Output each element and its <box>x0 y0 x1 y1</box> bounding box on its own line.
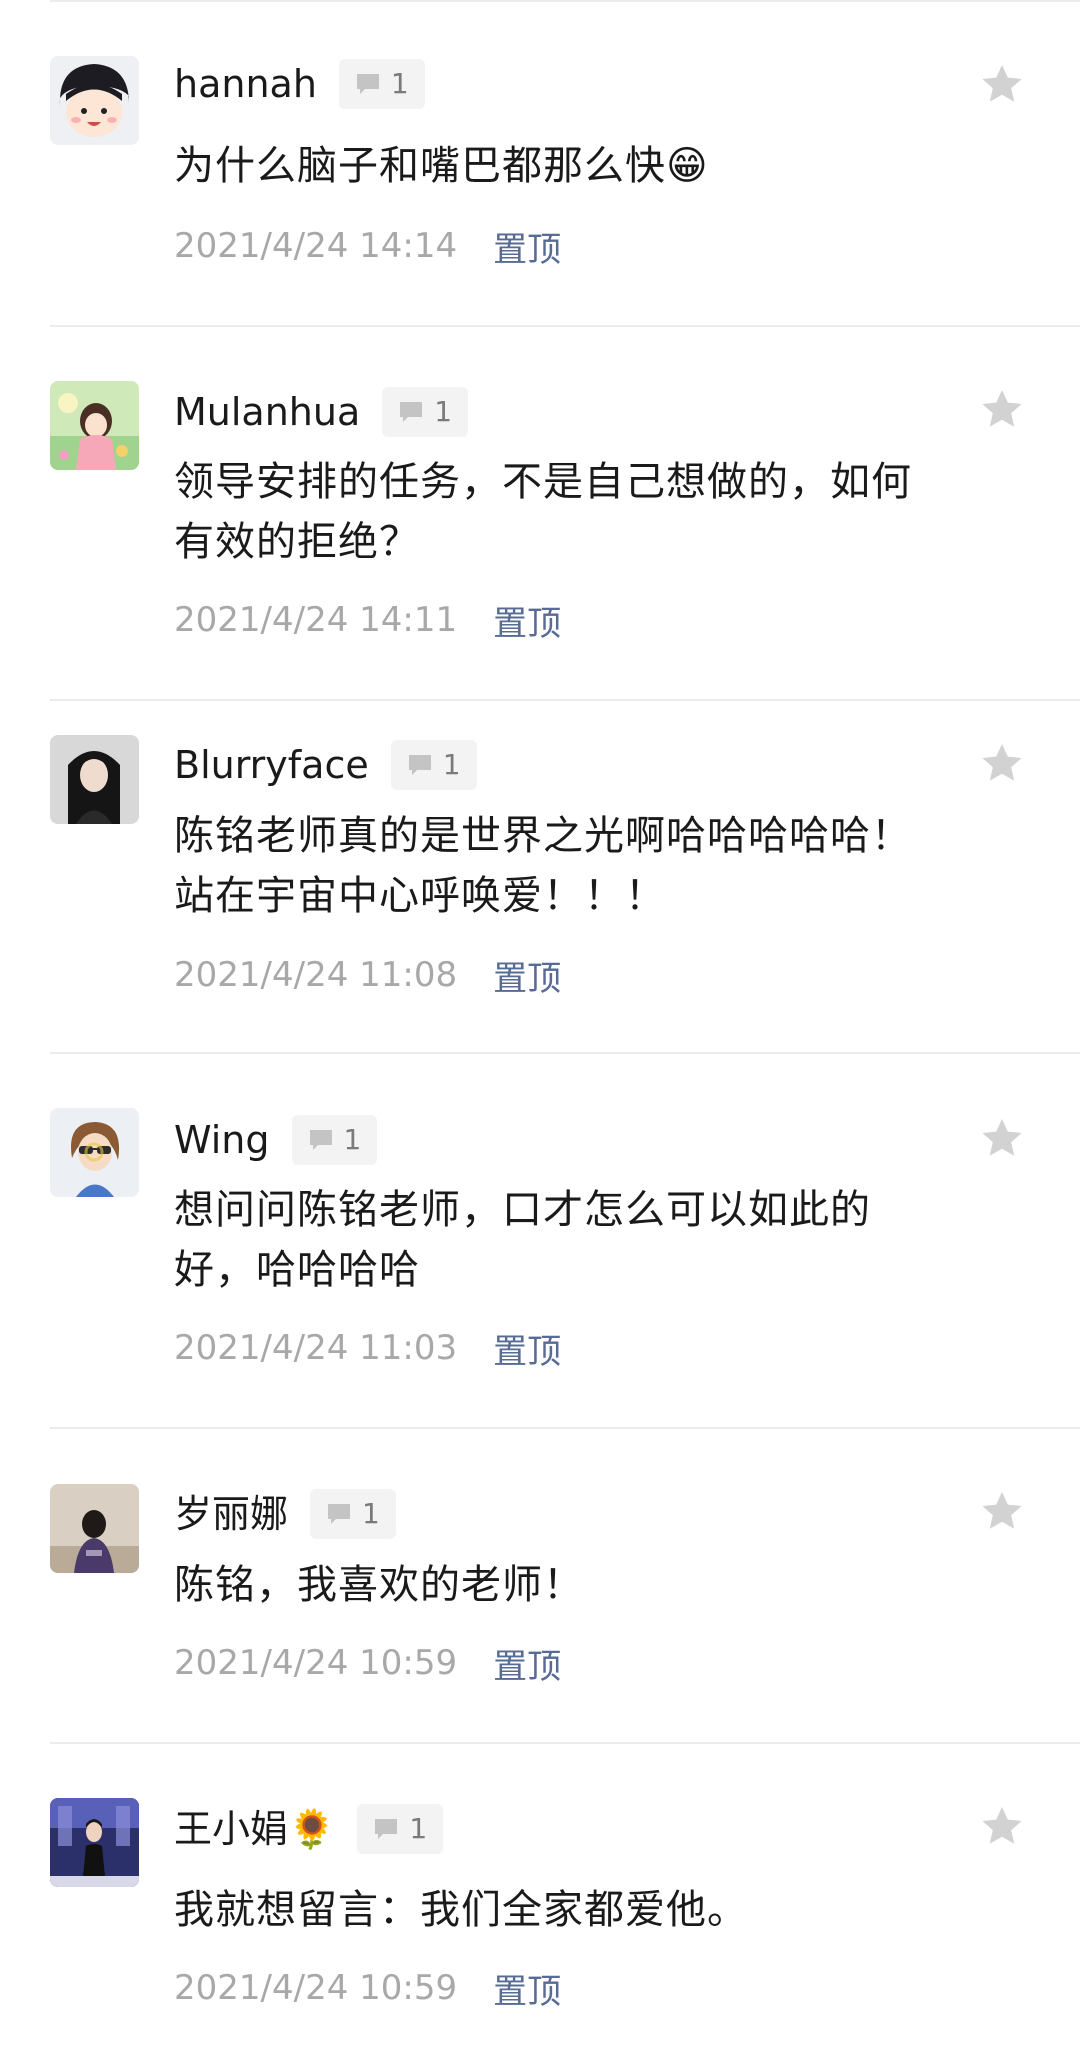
favorite-star-button[interactable] <box>978 1488 1026 1536</box>
favorite-star-button[interactable] <box>978 740 1026 788</box>
username[interactable]: Wing <box>174 1113 270 1167</box>
reply-count: 1 <box>434 395 453 428</box>
pin-to-top-link[interactable]: 置顶 <box>493 1964 561 2013</box>
comment-text: 想问问陈铭老师，口才怎么可以如此的好，哈哈哈哈 <box>174 1187 871 1293</box>
comment-divider <box>50 325 1080 327</box>
comment-bubble-icon <box>328 1504 351 1524</box>
star-icon <box>982 744 1022 781</box>
photo-woman-dark-avatar-icon <box>50 735 139 824</box>
reply-count-badge[interactable]: 1 <box>338 59 425 109</box>
star-icon <box>982 65 1022 102</box>
comment-bubble-icon <box>356 74 379 94</box>
comment-divider <box>50 1427 1080 1429</box>
username[interactable]: Mulanhua <box>174 385 360 439</box>
avatar[interactable] <box>50 56 139 145</box>
avatar[interactable] <box>50 735 139 824</box>
comment-header: 岁丽娜 1 <box>174 1487 396 1541</box>
reply-count: 1 <box>390 67 409 100</box>
pin-to-top-link[interactable]: 置顶 <box>493 1639 561 1688</box>
comment-meta: 2021/4/24 14:14 置顶 <box>174 221 561 271</box>
username[interactable]: Blurryface <box>174 738 369 792</box>
star-icon <box>982 390 1022 427</box>
cartoon-sunglasses-avatar-icon <box>50 1108 139 1197</box>
reply-count-badge[interactable]: 1 <box>291 1115 378 1165</box>
comment-text: 领导安排的任务，不是自己想做的，如何有效的拒绝？ <box>174 459 912 565</box>
photo-stage-woman-avatar-icon <box>50 1798 139 1887</box>
reply-count: 1 <box>343 1123 362 1156</box>
favorite-star-button[interactable] <box>978 1803 1026 1851</box>
star-icon <box>982 1807 1022 1844</box>
comment-header: hannah 1 <box>174 57 425 111</box>
star-icon <box>982 1119 1022 1156</box>
comment-divider <box>50 1742 1080 1744</box>
comment-header: Blurryface 1 <box>174 738 477 792</box>
comment-bubble-icon <box>408 755 431 775</box>
comment-meta: 2021/4/24 10:59 置顶 <box>174 1638 561 1688</box>
illustrated-girl-avatar-icon <box>50 381 139 470</box>
pin-to-top-link[interactable]: 置顶 <box>493 951 561 1000</box>
pin-to-top-link[interactable]: 置顶 <box>493 1324 561 1373</box>
reply-count: 1 <box>442 748 461 781</box>
comment-text: 我就想留言：我们全家都爱他。 <box>174 1887 748 1933</box>
comment-text: 陈铭老师真的是世界之光啊哈哈哈哈哈！站在宇宙中心呼唤爱！！！ <box>174 813 912 919</box>
username[interactable]: 王小娟🌻 <box>174 1802 335 1856</box>
comment-header: Wing 1 <box>174 1113 378 1167</box>
comment-meta: 2021/4/24 11:08 置顶 <box>174 950 561 1000</box>
comment-text: 陈铭，我喜欢的老师！ <box>174 1562 584 1608</box>
timestamp: 2021/4/24 14:14 <box>174 226 458 266</box>
top-divider <box>50 0 1080 2</box>
reply-count: 1 <box>362 1497 380 1530</box>
timestamp: 2021/4/24 10:59 <box>174 1968 458 2008</box>
reply-count-badge[interactable]: 1 <box>390 740 477 790</box>
comment-text: 为什么脑子和嘴巴都那么快😁 <box>174 143 709 189</box>
pin-to-top-link[interactable]: 置顶 <box>493 222 561 271</box>
photo-back-view-avatar-icon <box>50 1484 139 1573</box>
timestamp: 2021/4/24 14:11 <box>174 600 458 640</box>
avatar[interactable] <box>50 381 139 470</box>
favorite-star-button[interactable] <box>978 61 1026 109</box>
cartoon-girl-avatar-icon <box>50 56 139 145</box>
comment-divider <box>50 1052 1080 1054</box>
reply-count-badge[interactable]: 1 <box>310 1489 396 1539</box>
timestamp: 2021/4/24 10:59 <box>174 1643 458 1683</box>
comment-bubble-icon <box>375 1819 398 1839</box>
username[interactable]: hannah <box>174 57 317 111</box>
avatar[interactable] <box>50 1484 139 1573</box>
comment-meta: 2021/4/24 11:03 置顶 <box>174 1323 561 1373</box>
reply-count-badge[interactable]: 1 <box>357 1804 444 1854</box>
star-icon <box>982 1492 1022 1529</box>
comment-meta: 2021/4/24 14:11 置顶 <box>174 595 561 645</box>
username[interactable]: 岁丽娜 <box>174 1487 288 1541</box>
comment-header: Mulanhua 1 <box>174 385 469 439</box>
reply-count: 1 <box>409 1812 428 1845</box>
comment-meta: 2021/4/24 10:59 置顶 <box>174 1963 561 2013</box>
timestamp: 2021/4/24 11:08 <box>174 955 458 995</box>
reply-count-badge[interactable]: 1 <box>382 387 469 437</box>
comment-bubble-icon <box>309 1130 332 1150</box>
pin-to-top-link[interactable]: 置顶 <box>493 596 561 645</box>
comment-divider <box>50 699 1080 701</box>
favorite-star-button[interactable] <box>978 386 1026 434</box>
timestamp: 2021/4/24 11:03 <box>174 1328 458 1368</box>
favorite-star-button[interactable] <box>978 1115 1026 1163</box>
comment-bubble-icon <box>400 402 423 422</box>
avatar[interactable] <box>50 1108 139 1197</box>
avatar[interactable] <box>50 1798 139 1887</box>
comment-header: 王小娟🌻 1 <box>174 1802 444 1856</box>
